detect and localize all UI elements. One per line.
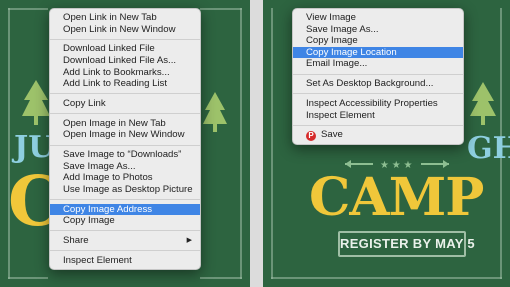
menu-item-open-image-in-new-tab[interactable]: Open Image in New Tab (50, 118, 200, 130)
menu-separator (50, 144, 200, 146)
menu-item-label: Inspect Accessibility Properties (306, 97, 438, 109)
poster-frame-right (240, 8, 242, 279)
menu-item-label: Copy Image Location (306, 46, 397, 58)
menu-item-email-image[interactable]: Email Image... (293, 58, 463, 70)
menu-item-label: Set As Desktop Background... (306, 78, 434, 90)
pine-tree-icon (22, 80, 50, 125)
menu-item-label: Open Link in New Window (63, 23, 176, 35)
menu-item-inspect-element[interactable]: Inspect Element (50, 255, 200, 267)
menu-item-open-link-in-new-window[interactable]: Open Link in New Window (50, 24, 200, 36)
menu-item-share[interactable]: Share ▶ (50, 235, 200, 247)
menu-item-copy-image-address[interactable]: Copy Image Address (50, 203, 200, 216)
menu-item-add-image-to-photos[interactable]: Add Image to Photos (50, 172, 200, 184)
menu-item-label: Download Linked File As... (63, 54, 177, 66)
menu-item-use-image-as-desktop-picture[interactable]: Use Image as Desktop Picture (50, 184, 200, 196)
menu-item-download-linked-file-as[interactable]: Download Linked File As... (50, 55, 200, 67)
menu-item-label: Open Link in New Tab (63, 12, 157, 23)
menu-item-label: Add Link to Reading List (63, 78, 167, 90)
menu-item-label: Save Image As... (63, 160, 136, 172)
menu-separator (50, 38, 200, 40)
menu-separator (50, 113, 200, 115)
menu-item-label: Copy Image Address (63, 203, 153, 215)
menu-item-label: Email Image... (306, 58, 368, 70)
menu-item-label: Save (321, 129, 343, 141)
menu-item-open-link-in-new-tab[interactable]: Open Link in New Tab (50, 12, 200, 24)
poster-frame-top (8, 8, 48, 10)
menu-item-copy-image-location[interactable]: Copy Image Location (293, 46, 463, 59)
register-banner: REGISTER BY MAY 5 (338, 231, 475, 257)
menu-separator (50, 250, 200, 252)
menu-item-label: Add Link to Bookmarks... (63, 66, 170, 78)
pine-tree-icon (470, 82, 496, 125)
menu-item-label: Copy Link (63, 97, 106, 109)
menu-item-save-image-as[interactable]: Save Image As... (50, 161, 200, 173)
menu-item-label: Add Image to Photos (63, 172, 153, 184)
menu-item-save-image-to-downloads[interactable]: Save Image to “Downloads” (50, 149, 200, 161)
poster-frame-bottom (271, 277, 502, 279)
safari-context-menu: Open Link in New Tab Open Link in New Win… (49, 8, 201, 271)
menu-item-download-linked-file[interactable]: Download Linked File (50, 43, 200, 55)
menu-separator (293, 93, 463, 95)
pinterest-icon: P (306, 131, 316, 142)
menu-item-label: View Image (306, 12, 356, 23)
menu-separator (293, 73, 463, 75)
poster-frame-left (271, 8, 273, 279)
menu-item-add-link-to-reading-list[interactable]: Add Link to Reading List (50, 78, 200, 90)
poster-frame-bottom (8, 277, 48, 279)
menu-item-add-link-to-bookmarks[interactable]: Add Link to Bookmarks... (50, 67, 200, 79)
submenu-arrow-icon: ▶ (186, 237, 192, 245)
menu-item-label: Save Image to “Downloads” (63, 149, 182, 161)
menu-item-label: Download Linked File (63, 43, 155, 55)
poster-title-fragment: GH (467, 131, 510, 166)
menu-item-label: Open Image in New Tab (63, 117, 166, 129)
menu-item-label: Use Image as Desktop Picture (63, 183, 193, 195)
menu-item-copy-link[interactable]: Copy Link (50, 98, 200, 110)
menu-item-label: Share (63, 235, 89, 247)
pine-tree-icon (203, 92, 227, 132)
poster-camp-word: CAMP (309, 167, 484, 228)
menu-separator (50, 93, 200, 95)
menu-item-label: Copy Image (306, 35, 358, 47)
menu-separator (293, 124, 463, 126)
poster-frame-top-right (200, 8, 242, 10)
menu-separator (50, 199, 200, 201)
menu-item-label: Copy Image (63, 215, 115, 227)
menu-item-label: Inspect Element (63, 254, 132, 266)
menu-item-label: Inspect Element (306, 109, 375, 121)
menu-item-label: Open Image in New Window (63, 129, 185, 141)
menu-item-open-image-in-new-window[interactable]: Open Image in New Window (50, 129, 200, 141)
firefox-context-menu: View Image Save Image As... Copy Image Copy… (292, 8, 464, 145)
menu-item-save[interactable]: P Save (293, 129, 463, 142)
menu-item-save-image-as[interactable]: Save Image As... (293, 24, 463, 36)
menu-item-inspect-accessibility-properties[interactable]: Inspect Accessibility Properties (293, 98, 463, 110)
menu-item-set-as-desktop-background[interactable]: Set As Desktop Background... (293, 78, 463, 90)
menu-item-copy-image[interactable]: Copy Image (293, 35, 463, 47)
poster-frame-bottom-right (200, 277, 242, 279)
menu-separator (50, 230, 200, 232)
menu-item-view-image[interactable]: View Image (293, 12, 463, 24)
menu-item-inspect-element[interactable]: Inspect Element (293, 110, 463, 122)
menu-item-label: Save Image As... (306, 23, 379, 35)
menu-item-copy-image[interactable]: Copy Image (50, 215, 200, 227)
